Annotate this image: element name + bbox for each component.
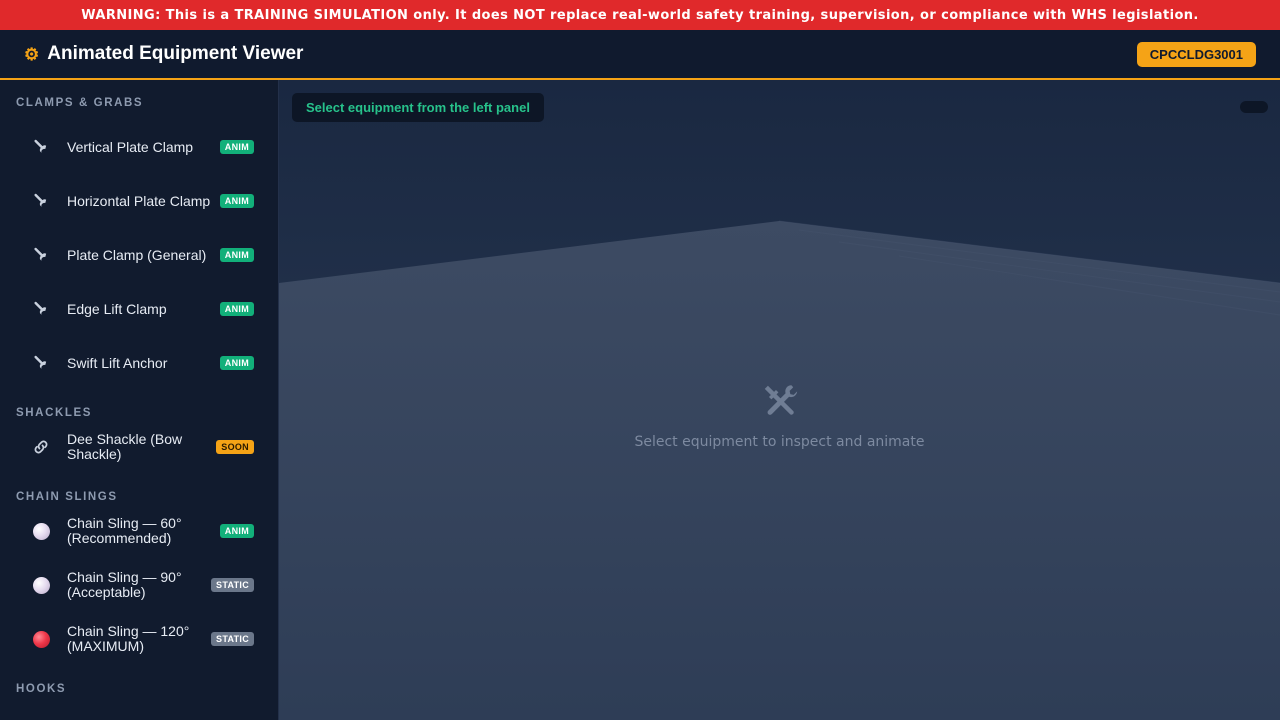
hammer-wrench-icon (759, 380, 801, 422)
white-sphere-icon (32, 576, 50, 594)
viewer-toggle[interactable] (1240, 101, 1268, 113)
wrench-icon (32, 246, 50, 264)
app-title-group: ⚙ Animated Equipment Viewer (24, 43, 303, 65)
equipment-label: Chain Sling — 90° (Acceptable) (67, 569, 182, 600)
equipment-item-plate-clamp-general[interactable]: Plate Clamp (General) ANIM (0, 228, 278, 282)
equipment-item-dee-shackle[interactable]: Dee Shackle (Bow Shackle) SOON (0, 420, 278, 474)
wrench-icon (32, 300, 50, 318)
wrench-icon (32, 192, 50, 210)
section-title-chain-slings: CHAIN SLINGS (16, 491, 118, 503)
unit-code-badge: CPCCLDG3001 (1136, 41, 1256, 67)
3d-viewport[interactable]: Select equipment from the left panel Sel… (279, 80, 1280, 720)
equipment-item-swift-lift-anchor[interactable]: Swift Lift Anchor ANIM (0, 336, 278, 390)
red-sphere-icon (32, 630, 50, 648)
selection-hint: Select equipment from the left panel (292, 93, 544, 122)
equipment-item-chain-sling-120[interactable]: Chain Sling — 120° (MAXIMUM) STATIC (0, 612, 278, 666)
equipment-item-edge-lift-clamp[interactable]: Edge Lift Clamp ANIM (0, 282, 278, 336)
app-title: Animated Equipment Viewer (47, 43, 304, 64)
wrench-icon (32, 354, 50, 372)
equipment-label: Horizontal Plate Clamp (67, 192, 211, 209)
app-header: ⚙ Animated Equipment Viewer CPCCLDG3001 (0, 30, 1280, 80)
gear-icon: ⚙ (24, 44, 40, 64)
anim-tag: ANIM (219, 356, 254, 370)
white-sphere-icon (32, 522, 50, 540)
anim-tag: ANIM (219, 524, 254, 538)
equipment-label: Chain Sling — 120° (MAXIMUM) (67, 623, 190, 654)
link-icon (32, 438, 50, 456)
section-title-hooks: HOOKS (16, 683, 67, 695)
section-title-clamps: CLAMPS & GRABS (16, 97, 144, 109)
equipment-item-chain-sling-90[interactable]: Chain Sling — 90° (Acceptable) STATIC (0, 558, 278, 612)
static-tag: STATIC (211, 578, 254, 592)
equipment-label: Chain Sling — 60° (Recommended) (67, 515, 182, 546)
section-title-shackles: SHACKLES (16, 407, 93, 419)
empty-state: Select equipment to inspect and animate (279, 380, 1280, 450)
equipment-sidebar[interactable]: CLAMPS & GRABS Vertical Plate Clamp ANIM… (0, 80, 279, 720)
equipment-label: Edge Lift Clamp (67, 300, 167, 317)
equipment-item-vertical-plate-clamp[interactable]: Vertical Plate Clamp ANIM (0, 120, 278, 174)
soon-tag: SOON (216, 440, 254, 454)
static-tag: STATIC (211, 632, 254, 646)
anim-tag: ANIM (219, 302, 254, 316)
equipment-label: Swift Lift Anchor (67, 354, 168, 371)
equipment-label: Dee Shackle (Bow Shackle) (67, 431, 183, 462)
equipment-label: Vertical Plate Clamp (67, 138, 194, 155)
empty-state-text: Select equipment to inspect and animate (634, 434, 925, 450)
wrench-icon (32, 138, 50, 156)
training-warning-banner: WARNING: This is a TRAINING SIMULATION o… (0, 0, 1280, 30)
equipment-item-horizontal-plate-clamp[interactable]: Horizontal Plate Clamp ANIM (0, 174, 278, 228)
equipment-label: Plate Clamp (General) (67, 246, 207, 263)
anim-tag: ANIM (219, 140, 254, 154)
equipment-item-chain-sling-60[interactable]: Chain Sling — 60° (Recommended) ANIM (0, 504, 278, 558)
anim-tag: ANIM (219, 248, 254, 262)
anim-tag: ANIM (219, 194, 254, 208)
